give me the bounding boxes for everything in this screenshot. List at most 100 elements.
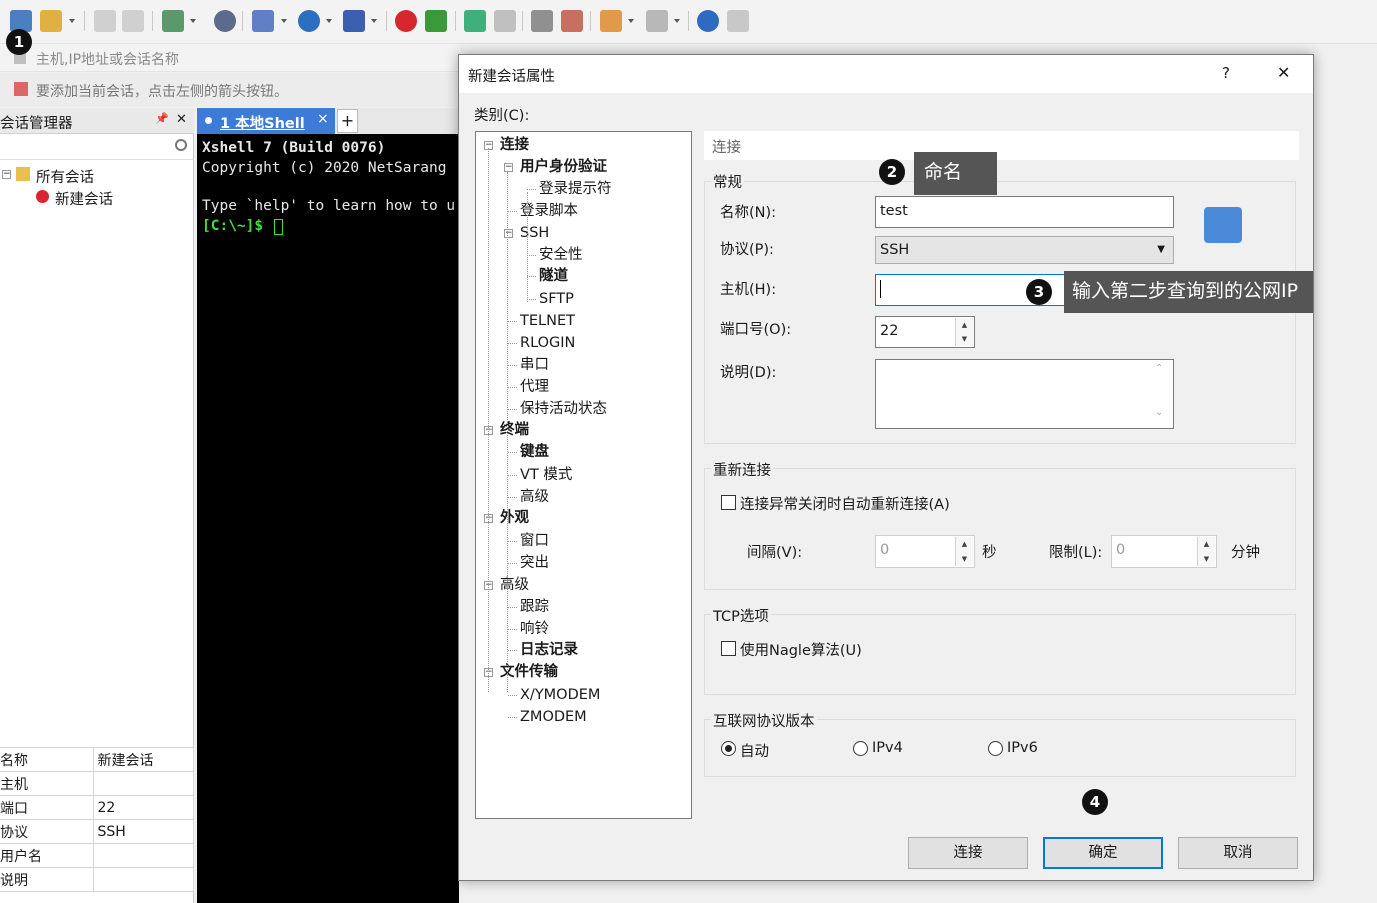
- section-header: 连接: [704, 131, 1299, 160]
- tree-item[interactable]: 文件传输: [500, 663, 558, 681]
- session-search[interactable]: [0, 136, 194, 160]
- tree-item[interactable]: 突出: [520, 554, 549, 572]
- keyboard-icon[interactable]: [531, 10, 553, 32]
- tree-item[interactable]: 用户身份验证: [520, 158, 607, 176]
- search-icon[interactable]: [175, 139, 187, 151]
- tree-item[interactable]: 外观: [500, 509, 529, 527]
- terminal-cursor: [274, 219, 283, 235]
- tree-item[interactable]: 隧道: [539, 267, 568, 285]
- radio-ipv4[interactable]: [853, 741, 868, 756]
- tree-item[interactable]: 响铃: [520, 620, 549, 638]
- tcp-title: TCP选项: [711, 605, 771, 626]
- font-icon[interactable]: [343, 10, 365, 32]
- scroll-up-icon[interactable]: ⌃: [1155, 363, 1163, 374]
- pin-icon[interactable]: 📌: [155, 112, 169, 125]
- chat-icon[interactable]: [727, 10, 749, 32]
- xftp-icon[interactable]: [395, 10, 417, 32]
- cancel-button[interactable]: 取消: [1178, 837, 1298, 869]
- tree-item[interactable]: 连接: [500, 136, 529, 154]
- tree-connector: [508, 343, 517, 344]
- tree-item[interactable]: VT 模式: [520, 466, 572, 484]
- scroll-down-icon[interactable]: ⌄: [1155, 407, 1163, 418]
- copy-icon[interactable]: [252, 10, 274, 32]
- tree-item[interactable]: SFTP: [539, 290, 574, 308]
- tree-connector: [508, 387, 517, 388]
- description-field[interactable]: [875, 359, 1174, 429]
- auto-reconnect-checkbox[interactable]: [721, 495, 736, 510]
- port-spinner[interactable]: ▲ ▼: [955, 318, 973, 346]
- property-value: 22: [93, 795, 194, 820]
- tree-item[interactable]: 登录提示符: [539, 180, 612, 198]
- tree-item[interactable]: 键盘: [520, 443, 549, 461]
- annotation-badge: 3: [1026, 279, 1052, 305]
- tree-guide: [527, 192, 528, 302]
- limit-field[interactable]: 0 ▲ ▼: [1111, 535, 1217, 568]
- port-field[interactable]: 22 ▲ ▼: [875, 316, 975, 348]
- close-icon[interactable]: ✕: [176, 112, 187, 127]
- tree-item[interactable]: 窗口: [520, 532, 549, 550]
- layout-icon[interactable]: [646, 10, 668, 32]
- connect-button[interactable]: 连接: [908, 837, 1028, 869]
- protocol-value: SSH: [880, 242, 910, 258]
- tree-item[interactable]: 日志记录: [520, 641, 578, 659]
- tree-item[interactable]: 高级: [520, 488, 549, 506]
- protocol-select[interactable]: SSH ▼: [875, 236, 1174, 264]
- tree-collapse-toggle[interactable]: −: [504, 163, 513, 172]
- open-folder-icon[interactable]: [40, 10, 62, 32]
- radio-auto[interactable]: [721, 741, 736, 756]
- tree-item[interactable]: X/YMODEM: [520, 686, 600, 704]
- tab-close-icon[interactable]: ×: [317, 111, 329, 127]
- tree-all-sessions[interactable]: 所有会话: [36, 166, 94, 187]
- tree-item[interactable]: RLOGIN: [520, 334, 575, 352]
- name-label: 名称(N):: [720, 205, 777, 221]
- fullscreen-icon[interactable]: [464, 10, 486, 32]
- tree-item[interactable]: 代理: [520, 378, 549, 396]
- xmanager-icon[interactable]: [425, 10, 447, 32]
- properties-icon[interactable]: [162, 10, 184, 32]
- tree-new-session[interactable]: 新建会话: [55, 188, 113, 209]
- add-icon[interactable]: [600, 10, 622, 32]
- address-input[interactable]: 主机,IP地址或会话名称: [36, 49, 179, 69]
- limit-spinner[interactable]: ▲ ▼: [1197, 537, 1215, 566]
- ok-button[interactable]: 确定: [1043, 837, 1163, 869]
- lock-icon[interactable]: [494, 10, 516, 32]
- globe-icon[interactable]: [298, 10, 320, 32]
- address-bar[interactable]: 主机,IP地址或会话名称: [0, 44, 460, 72]
- interval-label: 间隔(V):: [747, 545, 803, 561]
- add-tab-button[interactable]: +: [337, 109, 358, 133]
- tree-item[interactable]: ZMODEM: [520, 708, 587, 726]
- category-tree[interactable]: 连接 − 用户身份验证 − 登录提示符 登录脚本 SSH − 安全性 隧道 SFTP TELNET RL…: [475, 131, 692, 819]
- tree-item[interactable]: 安全性: [539, 246, 583, 264]
- dialog-title: 新建会话属性: [468, 69, 555, 85]
- help-icon[interactable]: [697, 10, 719, 32]
- table-row: 端口 22: [0, 795, 194, 820]
- highlight-icon[interactable]: [561, 10, 583, 32]
- tab-bar: 1 本地Shell × +: [197, 108, 459, 134]
- search-icon[interactable]: [214, 10, 236, 32]
- tree-item[interactable]: TELNET: [520, 312, 575, 330]
- tree-item[interactable]: SSH: [520, 224, 549, 242]
- tree-item[interactable]: 跟踪: [520, 598, 549, 616]
- interval-value: 0: [880, 542, 890, 558]
- tab-local-shell[interactable]: 1 本地Shell ×: [197, 108, 335, 134]
- tree-collapse-toggle[interactable]: −: [504, 229, 513, 238]
- collapse-toggle[interactable]: −: [2, 170, 11, 179]
- tree-item[interactable]: 登录脚本: [520, 202, 578, 220]
- disconnect-icon[interactable]: [122, 10, 144, 32]
- session-manager-title: 会话管理器: [0, 116, 73, 132]
- radio-ipv6[interactable]: [988, 741, 1003, 756]
- interval-spinner[interactable]: ▲ ▼: [955, 537, 973, 566]
- nagle-checkbox[interactable]: [721, 641, 736, 656]
- reconnect-icon[interactable]: [94, 10, 116, 32]
- name-field[interactable]: test: [875, 196, 1174, 228]
- protocol-label: 协议(P):: [720, 242, 774, 258]
- terminal[interactable]: Xshell 7 (Build 0076) Copyright (c) 2020…: [197, 134, 459, 903]
- tree-item[interactable]: 串口: [520, 356, 549, 374]
- interval-field[interactable]: 0 ▲ ▼: [875, 535, 975, 568]
- tree-item[interactable]: 保持活动状态: [520, 400, 607, 418]
- tree-item[interactable]: 高级: [500, 576, 529, 594]
- dialog-close-button[interactable]: ✕: [1277, 63, 1290, 82]
- tree-item[interactable]: 终端: [500, 421, 529, 439]
- terminal-line: Copyright (c) 2020 NetSarang: [202, 160, 447, 176]
- help-button[interactable]: ?: [1222, 64, 1230, 82]
